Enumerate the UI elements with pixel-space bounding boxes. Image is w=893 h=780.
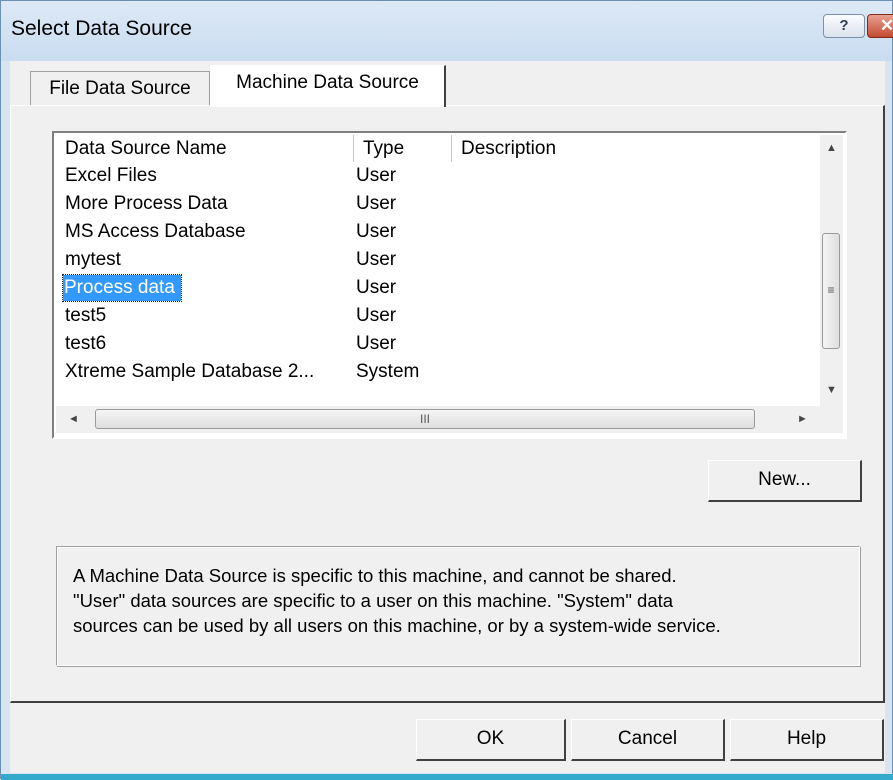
tab-machine-data-source[interactable]: Machine Data Source [210,65,446,107]
item-type: User [356,249,397,270]
description-line: sources can be used by all users on this… [73,615,721,636]
list-header: Data Source Name Type Description [56,135,820,162]
tab-label: Machine Data Source [236,72,419,93]
item-name: Process data [56,274,182,302]
dialog-body: File Data Source Machine Data Source Dat… [10,61,885,773]
item-name: mytest [65,249,121,270]
select-data-source-dialog: Select Data Source ? ✕ File Data Source … [0,0,893,780]
close-icon: ✕ [879,16,893,35]
ok-button[interactable]: OK [416,719,566,761]
help-button[interactable]: Help [730,719,884,761]
tab-panel-machine-data-source: Data Source Name Type Description Excel … [10,105,885,703]
horizontal-scroll-thumb[interactable]: III [95,409,755,429]
description-box: A Machine Data Source is specific to thi… [56,546,860,666]
item-type: User [356,333,397,354]
list-item[interactable]: More Process Data User [56,190,820,218]
column-header-type[interactable]: Type [354,135,452,162]
list-item[interactable]: Excel Files User [56,162,820,190]
new-button[interactable]: New... [708,460,862,502]
list-item[interactable]: Xtreme Sample Database 2... System [56,358,820,386]
tab-label: File Data Source [49,78,191,99]
column-header-description[interactable]: Description [452,135,820,162]
item-name: test5 [65,305,107,326]
item-type: System [356,361,420,382]
scroll-down-arrow-icon[interactable]: ▼ [820,379,843,402]
list-item-selected[interactable]: Process data User [56,274,820,302]
window-title: Select Data Source [11,17,192,40]
item-type: User [356,165,397,186]
vertical-scroll-thumb[interactable]: ≡ [822,233,840,349]
item-type: User [356,305,397,326]
item-name: test6 [65,333,107,354]
cancel-button[interactable]: Cancel [571,719,725,761]
help-caption-button[interactable]: ? [823,14,865,38]
list-item[interactable]: mytest User [56,246,820,274]
data-source-list[interactable]: Data Source Name Type Description Excel … [52,131,847,439]
item-name: More Process Data [65,193,228,214]
tab-file-data-source[interactable]: File Data Source [30,71,210,105]
scroll-left-arrow-icon[interactable]: ◄ [62,408,85,431]
scrollbar-corner [820,406,843,433]
item-type: User [356,221,397,242]
description-line: "User" data sources are specific to a us… [73,590,674,611]
list-viewport: Data Source Name Type Description Excel … [56,135,843,435]
selected-item-label: Process data [62,274,182,302]
item-type: User [356,277,397,298]
vertical-scrollbar[interactable]: ▲ ≡ ▼ [820,135,843,406]
question-icon: ? [839,17,849,34]
horizontal-scrollbar[interactable]: ◄ III ► [56,406,820,433]
description-text: A Machine Data Source is specific to thi… [73,563,843,638]
list-item[interactable]: test6 User [56,330,820,358]
item-type: User [356,193,397,214]
list-item[interactable]: MS Access Database User [56,218,820,246]
close-button[interactable]: ✕ [867,14,893,38]
list-item[interactable]: test5 User [56,302,820,330]
scroll-right-arrow-icon[interactable]: ► [791,408,814,431]
item-name: Excel Files [65,165,157,186]
description-line: A Machine Data Source is specific to thi… [73,565,677,586]
window-bottom-edge [1,774,893,780]
item-name: MS Access Database [65,221,246,242]
item-name: Xtreme Sample Database 2... [65,361,315,382]
column-header-name[interactable]: Data Source Name [56,135,354,162]
scroll-up-arrow-icon[interactable]: ▲ [820,137,843,160]
title-bar[interactable]: Select Data Source ? ✕ [1,1,893,61]
